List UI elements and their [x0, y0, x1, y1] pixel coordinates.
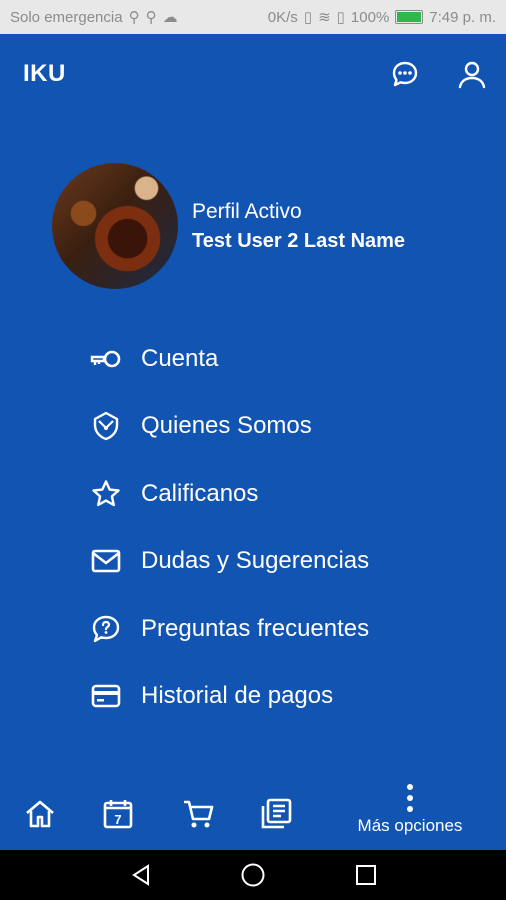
profile-name: Test User 2 Last Name	[192, 229, 406, 252]
user-button[interactable]	[454, 56, 490, 92]
square-recents-icon	[356, 865, 376, 885]
menu-list: Cuenta Quienes Somos Calificanos Dudas y…	[90, 325, 369, 730]
profile-section: Perfil Activo Test User 2 Last Name	[52, 163, 405, 289]
credit-card-icon	[90, 679, 124, 713]
back-button[interactable]	[128, 862, 154, 888]
menu-label: Cuenta	[141, 344, 219, 372]
battery-percent: 100%	[350, 8, 390, 26]
home-icon	[26, 800, 54, 828]
user-icon	[458, 61, 486, 89]
more-options-button[interactable]: Más opciones	[345, 782, 475, 836]
nav-home[interactable]	[20, 794, 60, 834]
sim-icon: ▯	[336, 9, 345, 26]
star-icon	[90, 477, 124, 511]
menu-item-historial[interactable]: Historial de pagos	[90, 663, 369, 731]
mail-icon	[90, 544, 124, 578]
app-screen: IKU Perfil Activo Test User 2 Last Name	[0, 34, 506, 850]
menu-label: Dudas y Sugerencias	[141, 547, 370, 575]
vibrate-icon: ▯	[303, 9, 313, 26]
menu-item-calificanos[interactable]: Calificanos	[90, 460, 369, 528]
profile-label: Perfil Activo	[192, 199, 302, 223]
network-speed: 0K/s	[267, 8, 298, 26]
more-vertical-icon	[407, 784, 413, 812]
menu-label: Quienes Somos	[141, 412, 312, 440]
menu-label: Preguntas frecuentes	[141, 614, 370, 642]
wifi-icon: ≋	[318, 9, 331, 26]
status-bar: Solo emergencia ⚲ ⚲ ☁ 0K/s ▯ ≋ ▯ 100% 7:…	[0, 0, 506, 34]
nav-catalog[interactable]	[256, 794, 296, 834]
menu-item-preguntas[interactable]: Preguntas frecuentes	[90, 595, 369, 663]
carrier-text: Solo emergencia	[10, 8, 123, 26]
app-title: IKU	[23, 60, 66, 87]
usb-icon: ⚲	[128, 9, 140, 26]
library-icon	[261, 798, 292, 829]
cloud-icon: ☁	[162, 9, 178, 26]
status-right: 0K/s ▯ ≋ ▯ 100% 7:49 p. m.	[267, 8, 496, 27]
top-bar: IKU	[0, 34, 506, 114]
clock: 7:49 p. m.	[429, 8, 496, 26]
profile-text: Perfil Activo Test User 2 Last Name	[192, 200, 405, 253]
circle-home-icon	[241, 863, 265, 887]
cart-icon	[184, 800, 214, 828]
home-button[interactable]	[240, 862, 266, 888]
chat-button[interactable]	[387, 56, 423, 92]
menu-item-quienes-somos[interactable]: Quienes Somos	[90, 393, 369, 461]
bottom-navigation: 7 Más opciones	[0, 774, 506, 850]
avatar[interactable]	[52, 163, 178, 289]
key-icon	[90, 342, 124, 376]
menu-label: Calificanos	[141, 479, 259, 507]
calendar-icon: 7	[103, 800, 133, 829]
calendar-day: 7	[114, 812, 121, 827]
help-bubble-icon	[90, 612, 124, 646]
shield-info-icon	[90, 409, 124, 443]
nav-cart[interactable]	[178, 794, 218, 834]
more-options-label: Más opciones	[357, 816, 463, 835]
chat-icon	[392, 61, 418, 87]
back-icon	[132, 864, 149, 886]
usb-icon-2: ⚲	[145, 9, 157, 26]
menu-item-cuenta[interactable]: Cuenta	[90, 325, 369, 393]
nav-calendar[interactable]: 7	[98, 794, 138, 834]
recents-button[interactable]	[353, 862, 379, 888]
status-left: Solo emergencia ⚲ ⚲ ☁	[10, 8, 178, 27]
menu-item-dudas[interactable]: Dudas y Sugerencias	[90, 528, 369, 596]
menu-label: Historial de pagos	[141, 682, 334, 710]
battery-icon	[395, 10, 424, 24]
system-navigation-bar	[0, 850, 506, 900]
